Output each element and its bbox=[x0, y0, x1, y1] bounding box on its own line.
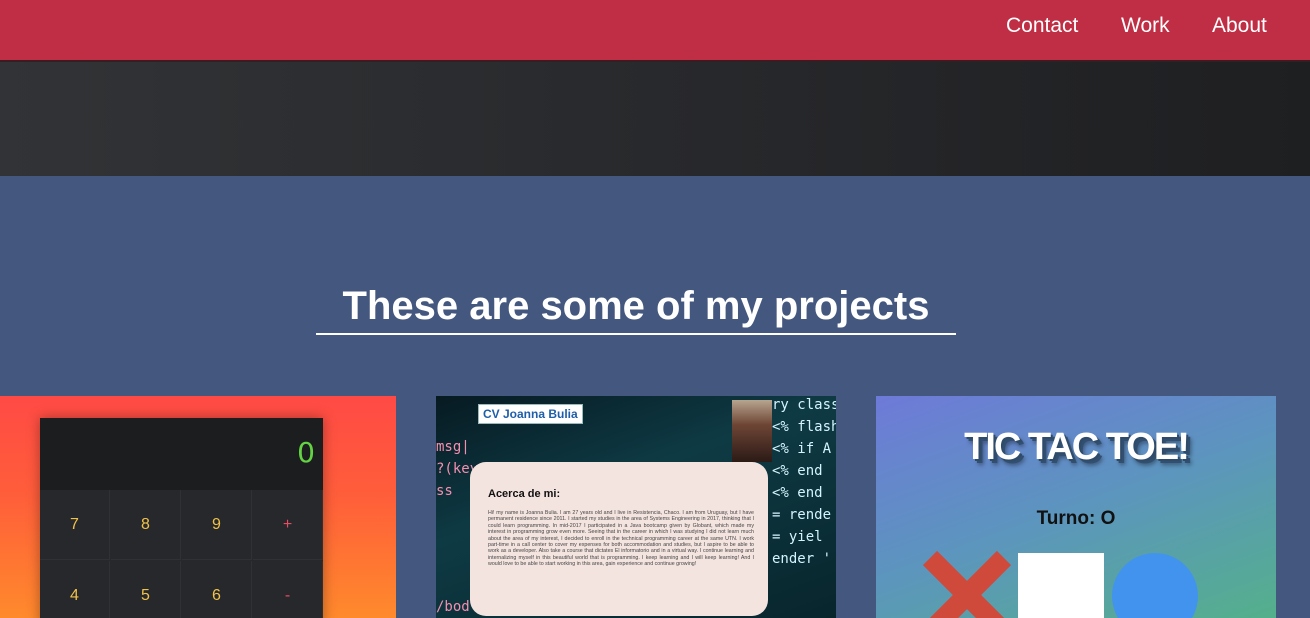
navbar: Contact Work About bbox=[0, 0, 1310, 62]
code-line: /bod bbox=[436, 599, 470, 615]
cv-title: CV Joanna Bulia bbox=[478, 404, 583, 424]
calculator-preview: 0 7 8 9 + 4 5 6 - bbox=[40, 418, 323, 618]
calculator-key: + bbox=[253, 490, 323, 560]
calculator-display: 0 bbox=[40, 418, 323, 490]
calculator-key: 4 bbox=[40, 561, 110, 618]
cv-about-text: Hi! my name is Joanna Bulia. I am 27 yea… bbox=[488, 510, 754, 568]
calculator-key: 5 bbox=[111, 561, 181, 618]
x-mark-icon bbox=[922, 550, 1012, 618]
code-line: = rende bbox=[772, 507, 832, 523]
code-line: = yiel bbox=[772, 529, 823, 545]
hero-banner bbox=[0, 62, 1310, 176]
tictactoe-turn-label: Turno: O bbox=[1036, 508, 1116, 529]
code-line: <% end bbox=[772, 463, 823, 479]
calculator-key: - bbox=[253, 561, 323, 618]
profile-photo bbox=[732, 400, 772, 462]
tictactoe-title: TIC TAC TOE! bbox=[964, 426, 1190, 468]
section-title: These are some of my projects bbox=[342, 284, 930, 328]
code-line: <% end bbox=[772, 485, 823, 501]
calculator-key: 6 bbox=[182, 561, 252, 618]
calculator-key: 8 bbox=[111, 490, 181, 560]
code-line: <% if A bbox=[772, 441, 832, 457]
code-line: msg| bbox=[436, 439, 470, 455]
title-underline bbox=[316, 333, 956, 335]
project-card-calculator[interactable]: 0 7 8 9 + 4 5 6 - bbox=[0, 396, 396, 618]
code-line: ry class bbox=[772, 397, 836, 413]
projects-section: These are some of my projects 0 7 8 9 + … bbox=[0, 176, 1310, 618]
project-card-tictactoe[interactable]: TIC TAC TOE! Turno: O bbox=[876, 396, 1276, 618]
code-snippet-right: ry class <% flash. <% if A <% end <% end… bbox=[772, 396, 836, 570]
code-line: ender ' bbox=[772, 551, 832, 567]
code-line: <% flash. bbox=[772, 419, 836, 435]
nav-link-work[interactable]: Work bbox=[1121, 14, 1170, 38]
calculator-key: 7 bbox=[40, 490, 110, 560]
calculator-display-value: 0 bbox=[297, 436, 315, 469]
cv-about-panel: Acerca de mi: Hi! my name is Joanna Buli… bbox=[470, 462, 768, 616]
nav-link-contact[interactable]: Contact bbox=[1006, 14, 1078, 38]
nav-link-about[interactable]: About bbox=[1212, 14, 1267, 38]
cv-about-heading: Acerca de mi: bbox=[488, 488, 561, 500]
tictactoe-empty-cell bbox=[1018, 553, 1104, 618]
project-card-cv[interactable]: msg| ?(key. ss /bod ry class <% flash. <… bbox=[436, 396, 836, 618]
calculator-key: 9 bbox=[182, 490, 252, 560]
code-line: ss bbox=[436, 483, 453, 499]
